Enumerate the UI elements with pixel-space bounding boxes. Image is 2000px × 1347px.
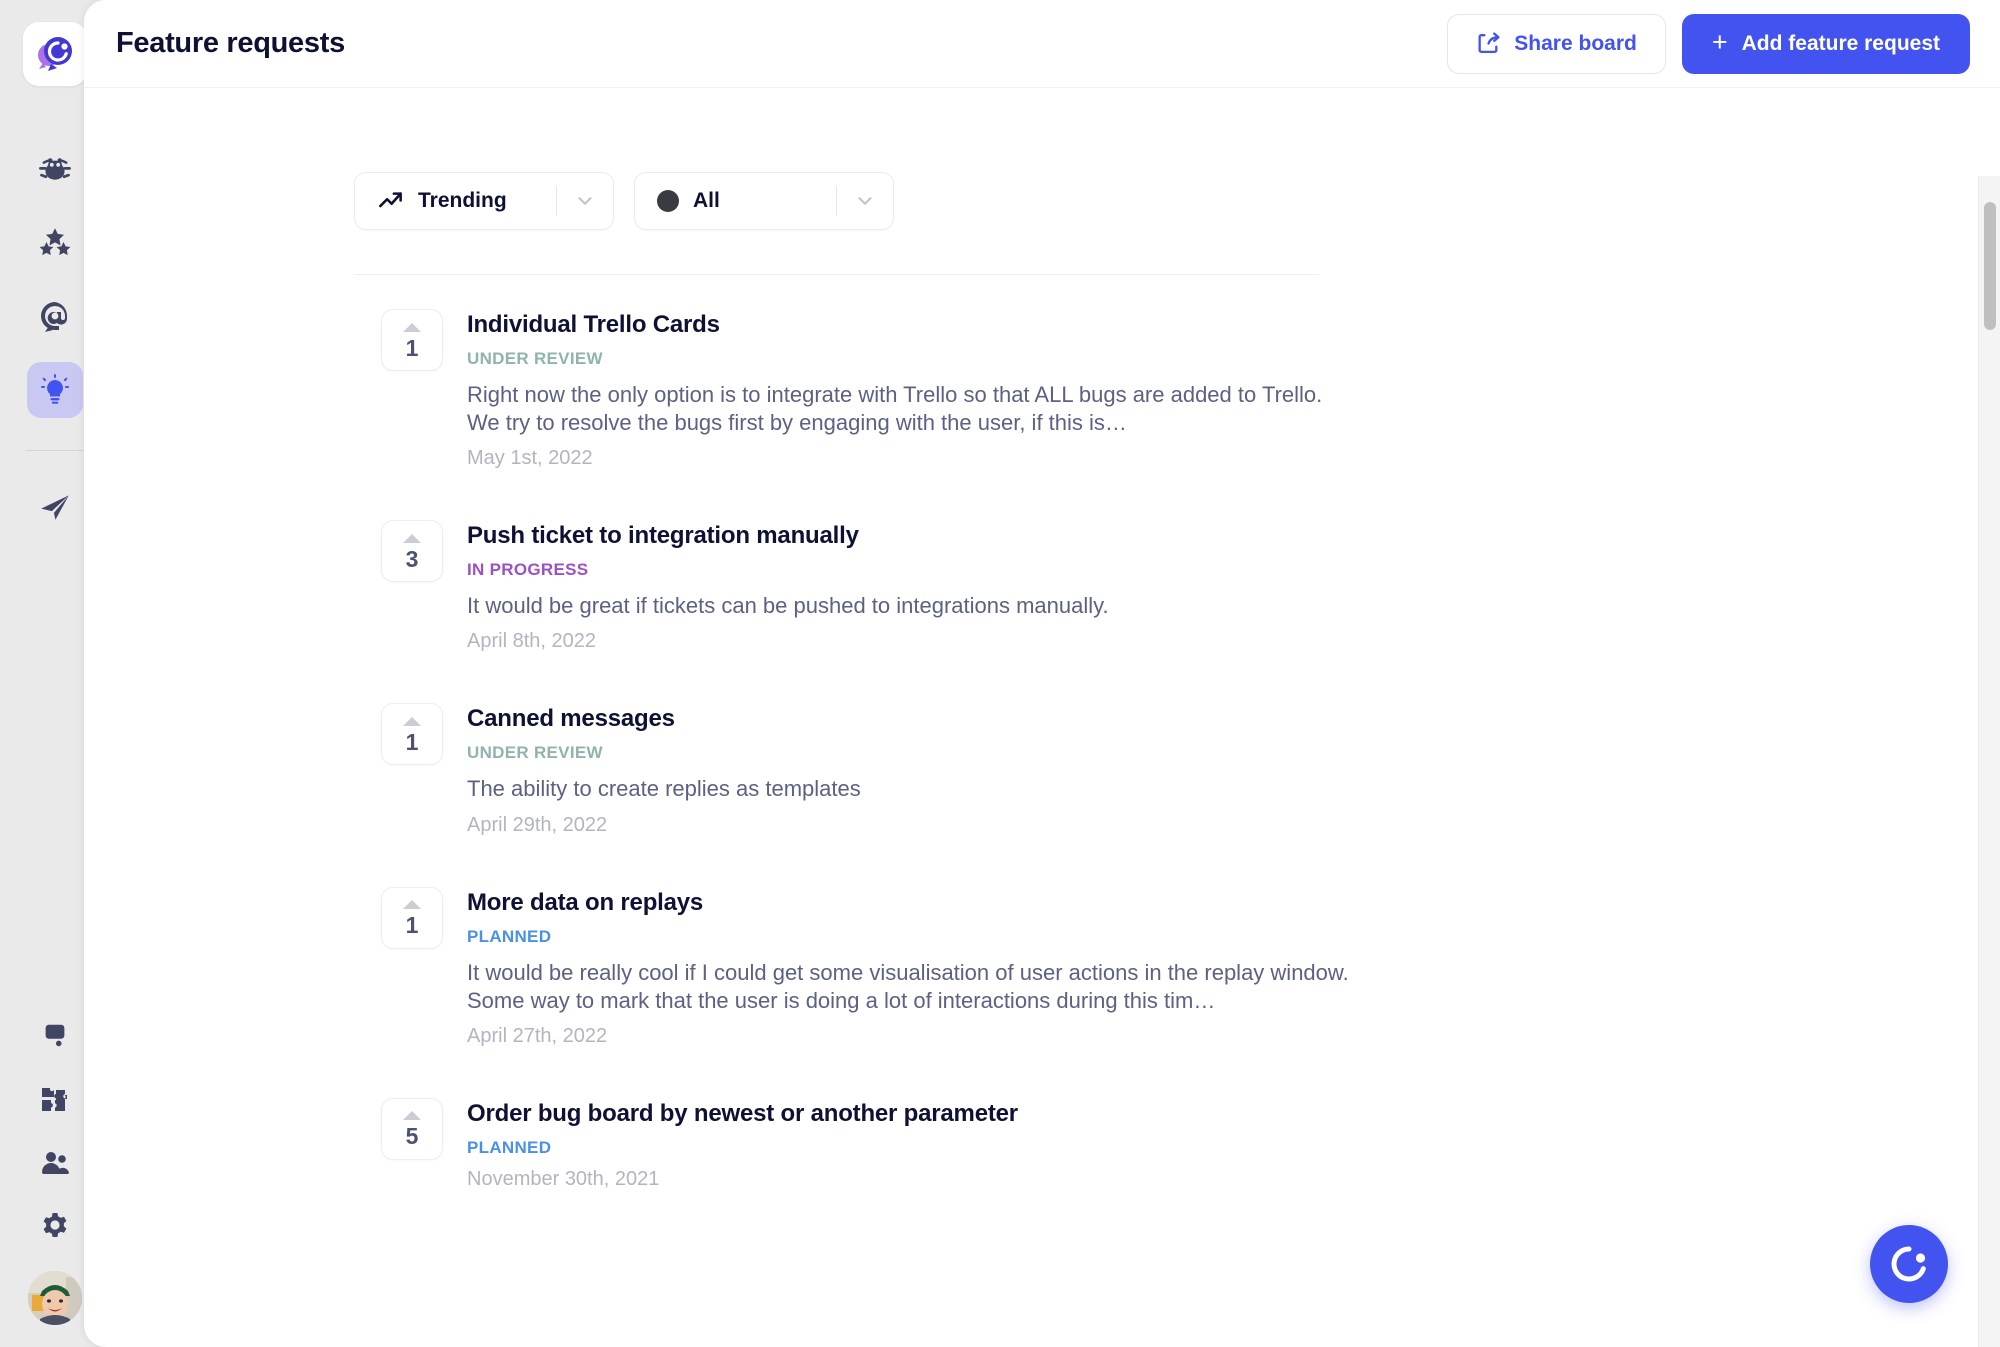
device-icon <box>40 1020 70 1050</box>
share-board-button[interactable]: Share board <box>1447 14 1666 74</box>
people-icon <box>39 1147 71 1179</box>
list-divider <box>354 274 1319 275</box>
vote-button[interactable]: 1 <box>381 703 443 765</box>
feature-request-date: May 1st, 2022 <box>467 447 1354 470</box>
sidebar-item-mentions[interactable] <box>27 288 83 344</box>
feature-request-title: Order bug board by newest or another par… <box>467 1100 1018 1128</box>
sidebar-item-integrations[interactable] <box>27 1071 83 1127</box>
feature-request-body: Individual Trello Cards UNDER REVIEW Rig… <box>467 309 1354 470</box>
sidebar-nav <box>26 140 84 535</box>
share-board-label: Share board <box>1514 32 1637 56</box>
feature-request-body: Push ticket to integration manually IN P… <box>467 520 1109 653</box>
upvote-arrow-icon <box>403 323 421 332</box>
feature-request-description: The ability to create replies as templat… <box>467 775 861 803</box>
chevron-down-icon[interactable] <box>837 190 893 212</box>
feature-request-title: Canned messages <box>467 705 861 733</box>
feature-request-date: April 27th, 2022 <box>467 1025 1354 1048</box>
upvote-arrow-icon <box>403 1111 421 1120</box>
status-badge: PLANNED <box>467 927 1354 947</box>
status-filter-label: All <box>693 189 720 213</box>
sidebar-item-devices[interactable] <box>27 1007 83 1063</box>
vote-button[interactable]: 1 <box>381 309 443 371</box>
sidebar-item-feedback[interactable] <box>27 214 83 270</box>
board-container: Trending All <box>354 172 1354 1213</box>
vote-count: 1 <box>406 337 419 360</box>
paper-plane-icon <box>38 490 72 524</box>
feature-request-item[interactable]: 1 Individual Trello Cards UNDER REVIEW R… <box>354 281 1354 492</box>
share-icon <box>1476 31 1501 56</box>
add-feature-request-button[interactable]: + Add feature request <box>1682 14 1970 74</box>
top-bar-actions: Share board + Add feature request <box>1447 14 1970 74</box>
stars-icon <box>38 225 72 259</box>
main-panel: Feature requests Share board + Add featu… <box>84 0 2000 1347</box>
feature-request-title: Individual Trello Cards <box>467 311 1354 339</box>
vote-count: 3 <box>406 548 419 571</box>
feature-request-body: More data on replays PLANNED It would be… <box>467 887 1354 1048</box>
sort-select-label: Trending <box>418 189 507 213</box>
marker-logo[interactable] <box>23 22 87 86</box>
vote-count: 1 <box>406 914 419 937</box>
scrollbar-track[interactable] <box>1978 176 2000 1347</box>
vote-button[interactable]: 5 <box>381 1098 443 1160</box>
vote-count: 5 <box>406 1125 419 1148</box>
page-title: Feature requests <box>116 27 345 60</box>
lightbulb-icon <box>39 374 71 406</box>
feature-request-body: Canned messages UNDER REVIEW The ability… <box>467 703 861 836</box>
vote-count: 1 <box>406 731 419 754</box>
sidebar-item-team[interactable] <box>27 1135 83 1191</box>
top-bar: Feature requests Share board + Add featu… <box>84 0 2000 88</box>
sidebar-item-feature-requests[interactable] <box>27 362 83 418</box>
content-area: Trending All <box>84 88 2000 1347</box>
upvote-arrow-icon <box>403 717 421 726</box>
upvote-arrow-icon <box>403 900 421 909</box>
marker-logo-icon <box>34 33 76 75</box>
sidebar-item-send[interactable] <box>27 479 83 535</box>
sidebar-item-bugs[interactable] <box>27 140 83 196</box>
feedback-widget-button[interactable] <box>1870 1225 1948 1303</box>
add-feature-request-label: Add feature request <box>1742 32 1940 56</box>
status-badge: IN PROGRESS <box>467 560 1109 580</box>
upvote-arrow-icon <box>403 534 421 543</box>
sidebar-item-settings[interactable] <box>27 1199 83 1255</box>
feature-request-list: 1 Individual Trello Cards UNDER REVIEW R… <box>354 281 1354 1213</box>
vote-button[interactable]: 1 <box>381 887 443 949</box>
feature-request-title: More data on replays <box>467 889 1354 917</box>
gear-icon <box>39 1211 71 1243</box>
vote-button[interactable]: 3 <box>381 520 443 582</box>
feature-request-title: Push ticket to integration manually <box>467 522 1109 550</box>
avatar-image <box>28 1271 82 1325</box>
feature-request-item[interactable]: 1 Canned messages UNDER REVIEW The abili… <box>354 675 1354 858</box>
filter-bar: Trending All <box>354 172 1354 230</box>
sort-select-lead: Trending <box>355 188 556 215</box>
marker-widget-icon <box>1887 1242 1931 1286</box>
feature-request-description: It would be great if tickets can be push… <box>467 592 1109 620</box>
trending-up-icon <box>377 188 404 215</box>
feature-request-date: November 30th, 2021 <box>467 1168 1018 1191</box>
scrollbar-thumb[interactable] <box>1984 202 1996 330</box>
feature-request-item[interactable]: 3 Push ticket to integration manually IN… <box>354 492 1354 675</box>
feature-request-description: Right now the only option is to integrat… <box>467 381 1354 437</box>
puzzle-icon <box>39 1083 71 1115</box>
status-badge: PLANNED <box>467 1138 1018 1158</box>
feature-request-date: April 8th, 2022 <box>467 630 1109 653</box>
feature-request-item[interactable]: 1 More data on replays PLANNED It would … <box>354 859 1354 1070</box>
status-filter-select[interactable]: All <box>634 172 894 230</box>
status-dot-icon <box>657 190 679 212</box>
feature-request-body: Order bug board by newest or another par… <box>467 1098 1018 1191</box>
feature-request-item[interactable]: 5 Order bug board by newest or another p… <box>354 1070 1354 1213</box>
sort-select[interactable]: Trending <box>354 172 614 230</box>
status-filter-lead: All <box>635 189 836 213</box>
app-root: Feature requests Share board + Add featu… <box>0 0 2000 1347</box>
user-avatar[interactable] <box>28 1271 82 1325</box>
feature-request-date: April 29th, 2022 <box>467 814 861 837</box>
chevron-down-icon[interactable] <box>557 190 613 212</box>
at-mention-icon <box>39 300 71 332</box>
plus-icon: + <box>1712 29 1728 56</box>
status-badge: UNDER REVIEW <box>467 743 861 763</box>
sidebar-divider <box>26 450 84 451</box>
feature-request-description: It would be really cool if I could get s… <box>467 959 1354 1015</box>
status-badge: UNDER REVIEW <box>467 349 1354 369</box>
bug-icon <box>38 151 72 185</box>
